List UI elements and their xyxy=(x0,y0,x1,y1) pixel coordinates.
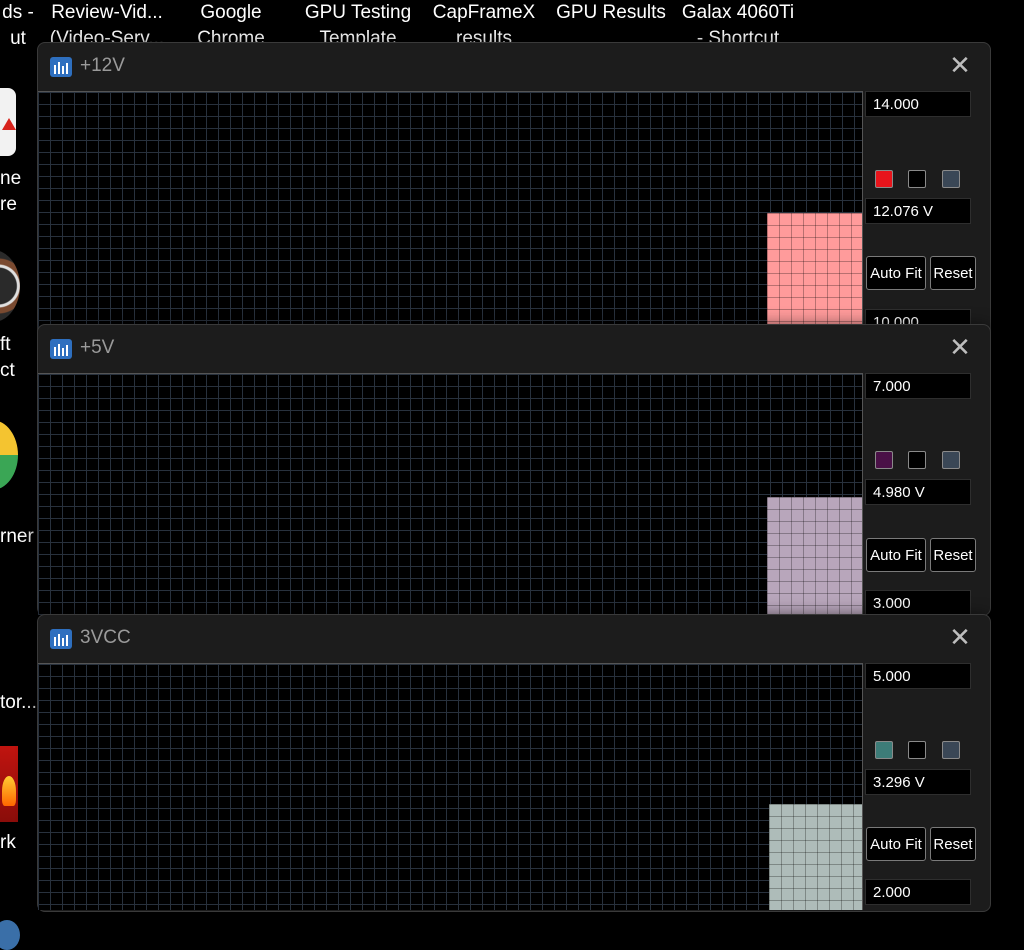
auto-fit-button[interactable]: Auto Fit xyxy=(866,538,926,572)
desktop-side-label: rner xyxy=(0,526,34,547)
sensor-graph xyxy=(38,373,863,615)
desktop-side-label: ne xyxy=(0,168,22,189)
sensor-app-icon xyxy=(50,57,72,77)
grid-color-swatch[interactable] xyxy=(942,741,960,759)
current-value-field: 12.076 V xyxy=(865,198,971,224)
scale-max-field[interactable]: 14.000 xyxy=(865,91,971,117)
graph-color-swatch[interactable] xyxy=(875,741,893,759)
flame-icon xyxy=(2,776,16,806)
sensor-graph xyxy=(38,663,863,910)
graph-color-swatch[interactable] xyxy=(875,451,893,469)
sensor-graph-window-3vcc[interactable]: 3VCC ✕ 5.000 3.296 V Auto Fit Reset 2.00… xyxy=(37,614,991,912)
grid-color-swatch[interactable] xyxy=(942,170,960,188)
scale-max-field[interactable]: 5.000 xyxy=(865,663,971,689)
reset-button[interactable]: Reset xyxy=(930,827,976,861)
scale-min-field[interactable]: 2.000 xyxy=(865,879,971,905)
auto-fit-button[interactable]: Auto Fit xyxy=(866,827,926,861)
reset-button[interactable]: Reset xyxy=(930,256,976,290)
sensor-graph-window-12v[interactable]: +12V ✕ 14.000 12.076 V Auto Fit Reset 10… xyxy=(37,42,991,344)
desktop-app-icon[interactable] xyxy=(0,250,20,322)
scale-max-field[interactable]: 7.000 xyxy=(865,373,971,399)
close-icon[interactable]: ✕ xyxy=(948,334,972,360)
close-icon[interactable]: ✕ xyxy=(948,52,972,78)
scale-min-field[interactable]: 3.000 xyxy=(865,590,971,616)
sensor-graph xyxy=(38,91,863,344)
desktop-app-icon[interactable] xyxy=(0,746,18,822)
window-titlebar[interactable]: 3VCC ✕ xyxy=(38,615,990,663)
grid-color-swatch[interactable] xyxy=(942,451,960,469)
red-triangle-icon xyxy=(2,118,16,130)
desktop-side-label: re xyxy=(0,194,17,215)
desktop-side-label: rk xyxy=(0,832,16,853)
desktop-side-label: ft xyxy=(0,334,11,355)
desktop-app-icon[interactable] xyxy=(0,920,20,950)
desktop-app-icon[interactable] xyxy=(0,88,16,156)
sensor-graph-window-5v[interactable]: +5V ✕ 7.000 4.980 V Auto Fit Reset 3.000 xyxy=(37,324,991,616)
desktop-shortcut-gpu-results[interactable]: GPU Results xyxy=(552,0,670,26)
window-title: +5V xyxy=(80,337,115,358)
desktop-shortcut-label[interactable]: ds - ut xyxy=(0,0,36,52)
window-title: +12V xyxy=(80,55,125,76)
desktop-side-label: ct xyxy=(0,360,15,381)
current-value-field: 4.980 V xyxy=(865,479,971,505)
window-title: 3VCC xyxy=(80,627,131,648)
value-bar xyxy=(767,497,862,615)
close-icon[interactable]: ✕ xyxy=(948,624,972,650)
reset-button[interactable]: Reset xyxy=(930,538,976,572)
window-titlebar[interactable]: +5V ✕ xyxy=(38,325,990,373)
value-bar xyxy=(769,804,862,910)
current-value-field: 3.296 V xyxy=(865,769,971,795)
desktop-app-icon[interactable] xyxy=(0,420,18,490)
background-color-swatch[interactable] xyxy=(908,451,926,469)
sensor-app-icon xyxy=(50,629,72,649)
desktop-side-label: tor... xyxy=(0,692,37,713)
auto-fit-button[interactable]: Auto Fit xyxy=(866,256,926,290)
window-titlebar[interactable]: +12V ✕ xyxy=(38,43,990,91)
background-color-swatch[interactable] xyxy=(908,170,926,188)
graph-color-swatch[interactable] xyxy=(875,170,893,188)
sensor-app-icon xyxy=(50,339,72,359)
background-color-swatch[interactable] xyxy=(908,741,926,759)
